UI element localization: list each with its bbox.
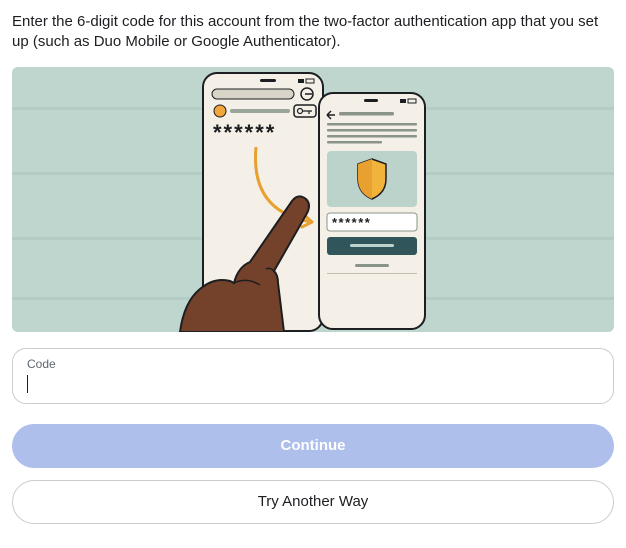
instruction-text: Enter the 6-digit code for this account …: [12, 12, 614, 53]
try-another-way-button[interactable]: Try Another Way: [12, 480, 614, 524]
input-caret: [27, 375, 28, 393]
shield-icon: [358, 159, 386, 199]
continue-button[interactable]: Continue: [12, 424, 614, 468]
phone-right: ******: [319, 93, 425, 329]
code-label: Code: [27, 357, 599, 371]
code-input[interactable]: [27, 373, 599, 393]
code-field-container[interactable]: Code: [12, 348, 614, 404]
left-phone-code: ******: [213, 120, 276, 145]
authenticator-illustration: ******: [12, 67, 614, 332]
right-phone-code: ******: [332, 215, 371, 230]
illustration-svg: ******: [12, 67, 614, 332]
two-factor-panel: Enter the 6-digit code for this account …: [0, 0, 626, 524]
